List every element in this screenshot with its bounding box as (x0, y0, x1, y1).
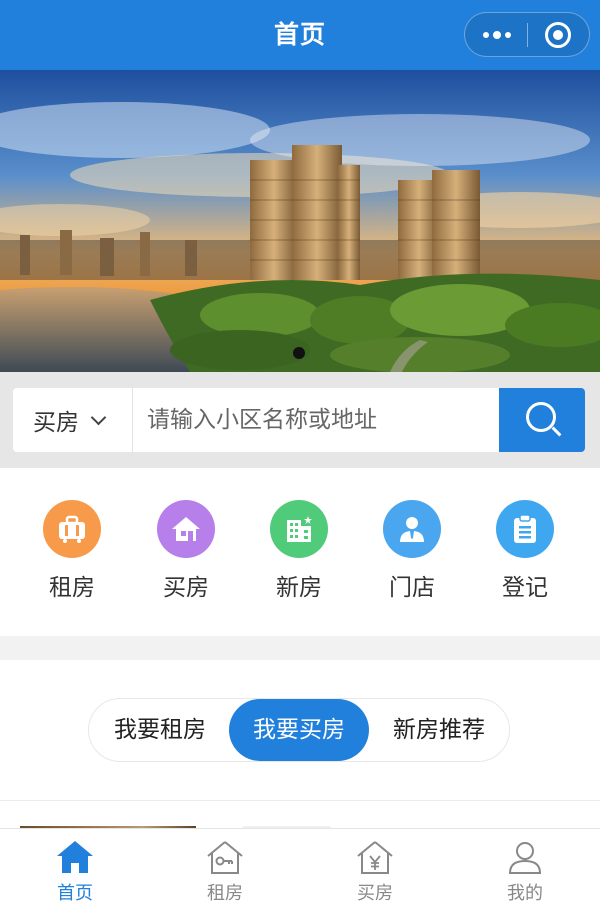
tabbar-label: 首页 (57, 883, 93, 904)
list-divider (0, 800, 600, 801)
search-section: 买房 (0, 372, 600, 468)
search-input[interactable] (133, 388, 499, 452)
category-label: 门店 (389, 575, 435, 601)
house-yen-icon (357, 841, 393, 874)
category-grid: 租房 买房 新房 门店 登记 (0, 468, 600, 636)
home-icon (57, 841, 93, 873)
tabbar-label: 买房 (357, 883, 393, 904)
search-bar: 买房 (13, 388, 585, 452)
house-key-icon (207, 841, 243, 874)
carousel-indicator[interactable] (293, 347, 305, 359)
category-label: 登记 (502, 575, 548, 601)
building-icon (270, 500, 328, 558)
user-icon (508, 842, 542, 874)
tab-rent[interactable]: 我要租房 (91, 699, 229, 761)
category-label: 买房 (163, 575, 209, 601)
tabbar-item-rent[interactable]: 租房 (150, 829, 300, 912)
category-buy[interactable]: 买房 (136, 500, 236, 610)
chevron-down-icon (90, 409, 107, 425)
section-divider (0, 636, 600, 660)
search-icon-handle (551, 426, 562, 437)
tabbar-label: 我的 (507, 883, 543, 904)
listing-tabs: 我要租房 我要买房 新房推荐 (88, 698, 510, 762)
suitcase-icon (43, 500, 101, 558)
agent-icon (383, 500, 441, 558)
category-register[interactable]: 登记 (475, 500, 575, 610)
tab-new-house[interactable]: 新房推荐 (370, 699, 508, 761)
category-label: 新房 (276, 575, 322, 601)
category-rent[interactable]: 租房 (22, 500, 122, 610)
capsule-divider (527, 23, 528, 47)
category-store[interactable]: 门店 (362, 500, 462, 610)
banner-carousel[interactable] (0, 70, 600, 372)
clipboard-icon (496, 500, 554, 558)
category-new-house[interactable]: 新房 (249, 500, 349, 610)
category-label: 租房 (49, 575, 95, 601)
navigation-bar: 首页 (0, 0, 600, 70)
miniprogram-capsule (464, 12, 590, 57)
banner-image (0, 70, 600, 372)
bottom-tab-bar: 首页 租房 买房 我的 (0, 828, 600, 912)
category-select-value: 买房 (33, 410, 79, 436)
house-icon (157, 500, 215, 558)
tabbar-item-mine[interactable]: 我的 (450, 829, 600, 912)
tabbar-item-home[interactable]: 首页 (0, 829, 150, 912)
tabbar-label: 租房 (207, 883, 243, 904)
search-button[interactable] (499, 388, 585, 452)
close-circle-icon[interactable] (545, 22, 571, 48)
tab-buy[interactable]: 我要买房 (229, 699, 369, 761)
tabbar-item-buy[interactable]: 买房 (300, 829, 450, 912)
more-dots-icon[interactable] (465, 13, 528, 56)
category-select[interactable]: 买房 (13, 388, 133, 452)
